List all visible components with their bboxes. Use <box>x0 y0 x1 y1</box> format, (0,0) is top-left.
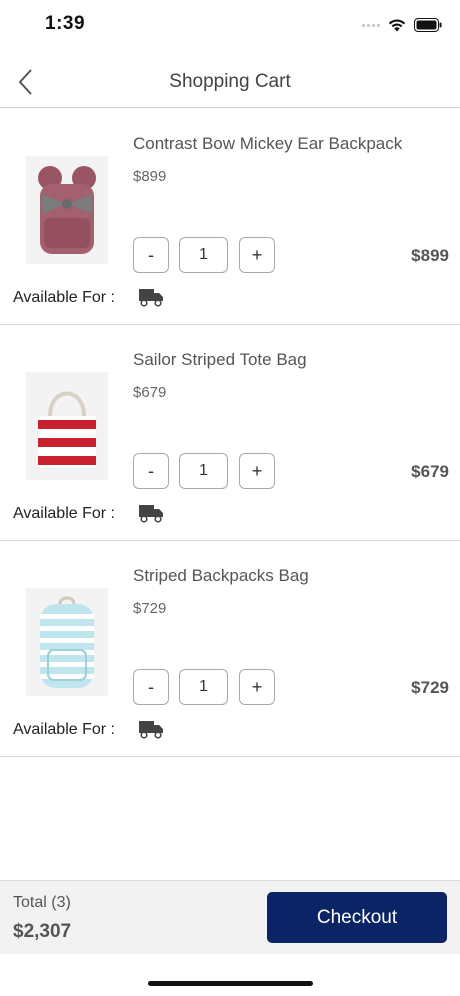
increase-quantity-button[interactable]: + <box>239 237 275 273</box>
item-total: $729 <box>411 678 449 697</box>
product-price: $729 <box>133 600 167 617</box>
cart-item: Contrast Bow Mickey Ear Backpack $899 - … <box>0 109 460 325</box>
product-image-striped-tote[interactable] <box>26 372 108 480</box>
delivery-truck-icon <box>139 505 163 523</box>
page-title: Shopping Cart <box>169 71 291 92</box>
item-total: $899 <box>411 246 449 265</box>
product-name[interactable]: Striped Backpacks Bag <box>133 566 309 586</box>
quantity-value[interactable]: 1 <box>179 669 228 705</box>
home-indicator <box>148 981 313 986</box>
product-name[interactable]: Sailor Striped Tote Bag <box>133 350 307 370</box>
delivery-truck-icon <box>139 721 163 739</box>
checkout-button[interactable]: Checkout <box>267 892 447 943</box>
cart-list: Contrast Bow Mickey Ear Backpack $899 - … <box>0 109 460 757</box>
cart-footer: Total (3) $2,307 Checkout <box>0 880 460 954</box>
status-bar: 1:39 <box>0 0 460 50</box>
wifi-icon <box>388 19 406 32</box>
quantity-value[interactable]: 1 <box>179 453 228 489</box>
status-icons <box>362 18 442 32</box>
delivery-truck-icon <box>139 289 163 307</box>
product-price: $679 <box>133 384 167 401</box>
total-amount: $2,307 <box>13 921 72 942</box>
quantity-value[interactable]: 1 <box>179 237 228 273</box>
decrease-quantity-button[interactable]: - <box>133 453 169 489</box>
increase-quantity-button[interactable]: + <box>239 669 275 705</box>
nav-bar: Shopping Cart <box>0 56 460 108</box>
cart-item: Sailor Striped Tote Bag $679 - 1 + $679 … <box>0 325 460 541</box>
total-label: Total (3) <box>13 894 71 911</box>
decrease-quantity-button[interactable]: - <box>133 669 169 705</box>
available-for-label: Available For : <box>13 289 115 306</box>
product-image-pink-backpack[interactable] <box>26 156 108 264</box>
signal-icon <box>362 23 380 27</box>
increase-quantity-button[interactable]: + <box>239 453 275 489</box>
product-name[interactable]: Contrast Bow Mickey Ear Backpack <box>133 134 402 154</box>
available-for-label: Available For : <box>13 505 115 522</box>
product-image-blue-backpack[interactable] <box>26 588 108 696</box>
decrease-quantity-button[interactable]: - <box>133 237 169 273</box>
cart-item: Striped Backpacks Bag $729 - 1 + $729 Av… <box>0 541 460 757</box>
product-price: $899 <box>133 168 167 185</box>
battery-icon <box>414 18 442 32</box>
item-total: $679 <box>411 462 449 481</box>
status-time: 1:39 <box>45 13 86 34</box>
available-for-label: Available For : <box>13 721 115 738</box>
